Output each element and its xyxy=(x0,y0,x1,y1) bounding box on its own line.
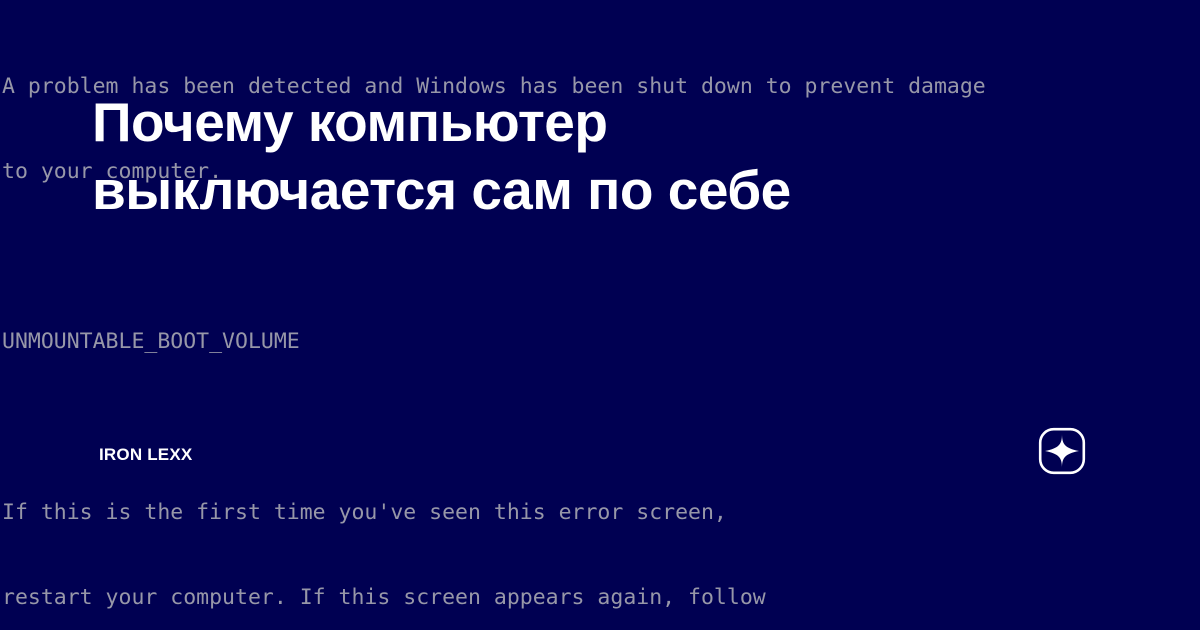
channel-watermark: IRON LEXX xyxy=(99,445,193,464)
screenshot-canvas: A problem has been detected and Windows … xyxy=(0,0,1200,630)
bsod-line: restart your computer. If this screen ap… xyxy=(2,585,766,611)
bsod-line: If this is the first time you've seen th… xyxy=(2,499,727,525)
bsod-line-blank xyxy=(2,243,1200,271)
dzen-sparkle-icon xyxy=(1038,427,1086,475)
page-title: Почему компьютер выключается сам по себе xyxy=(92,91,791,221)
bsod-stop-code: UNMOUNTABLE_BOOT_VOLUME xyxy=(2,329,300,355)
bsod-line-blank xyxy=(2,414,1200,442)
